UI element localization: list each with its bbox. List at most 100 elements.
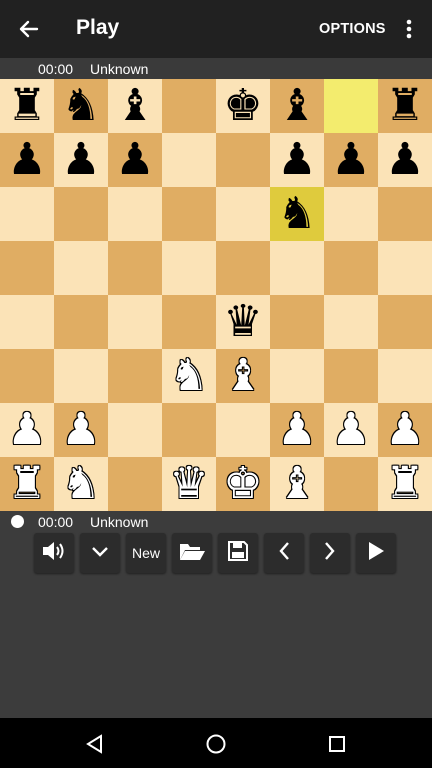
square-c5[interactable] bbox=[108, 241, 162, 295]
square-c3[interactable] bbox=[108, 349, 162, 403]
square-a7[interactable]: ♟ bbox=[0, 133, 54, 187]
chess-board[interactable]: ♜ ♞ ♝ ♚ ♝ ♜ ♟ ♟ ♟ ♟ ♟ ♟ ♞ ♛ ♞ ♝ ♟ ♟ ♟ ♟ ♟ ♜ ♞ ♛ ♚ ♝ ♜ bbox=[0, 79, 432, 511]
nav-back-icon[interactable] bbox=[81, 730, 109, 758]
white-queen-icon[interactable]: ♛ bbox=[169, 457, 208, 511]
square-h3[interactable] bbox=[378, 349, 432, 403]
white-knight-icon[interactable]: ♞ bbox=[169, 349, 208, 403]
square-d2[interactable] bbox=[162, 403, 216, 457]
square-b8[interactable]: ♞ bbox=[54, 79, 108, 133]
square-d4[interactable] bbox=[162, 295, 216, 349]
white-bishop-icon[interactable]: ♝ bbox=[277, 457, 316, 511]
square-b7[interactable]: ♟ bbox=[54, 133, 108, 187]
square-e1[interactable]: ♚ bbox=[216, 457, 270, 511]
black-pawn-icon[interactable]: ♟ bbox=[61, 133, 100, 187]
square-f2[interactable]: ♟ bbox=[270, 403, 324, 457]
white-bishop-icon[interactable]: ♝ bbox=[223, 349, 262, 403]
square-b3[interactable] bbox=[54, 349, 108, 403]
black-king-icon[interactable]: ♚ bbox=[223, 79, 262, 133]
square-f4[interactable] bbox=[270, 295, 324, 349]
white-knight-icon[interactable]: ♞ bbox=[61, 457, 100, 511]
square-h1[interactable]: ♜ bbox=[378, 457, 432, 511]
black-knight-icon[interactable]: ♞ bbox=[61, 79, 100, 133]
square-f5[interactable] bbox=[270, 241, 324, 295]
square-h8[interactable]: ♜ bbox=[378, 79, 432, 133]
square-e2[interactable] bbox=[216, 403, 270, 457]
square-a1[interactable]: ♜ bbox=[0, 457, 54, 511]
square-b5[interactable] bbox=[54, 241, 108, 295]
next-move-button[interactable] bbox=[310, 533, 350, 573]
white-pawn-icon[interactable]: ♟ bbox=[331, 403, 370, 457]
black-bishop-icon[interactable]: ♝ bbox=[277, 79, 316, 133]
square-a3[interactable] bbox=[0, 349, 54, 403]
square-c6[interactable] bbox=[108, 187, 162, 241]
square-a8[interactable]: ♜ bbox=[0, 79, 54, 133]
square-f1[interactable]: ♝ bbox=[270, 457, 324, 511]
square-d5[interactable] bbox=[162, 241, 216, 295]
more-vert-icon[interactable] bbox=[396, 12, 422, 46]
sound-button[interactable] bbox=[34, 533, 74, 573]
square-e3[interactable]: ♝ bbox=[216, 349, 270, 403]
square-g4[interactable] bbox=[324, 295, 378, 349]
white-king-icon[interactable]: ♚ bbox=[223, 457, 262, 511]
nav-home-icon[interactable] bbox=[202, 730, 230, 758]
square-c2[interactable] bbox=[108, 403, 162, 457]
black-bishop-icon[interactable]: ♝ bbox=[115, 79, 154, 133]
square-e8[interactable]: ♚ bbox=[216, 79, 270, 133]
white-pawn-icon[interactable]: ♟ bbox=[7, 403, 46, 457]
square-f8[interactable]: ♝ bbox=[270, 79, 324, 133]
square-c4[interactable] bbox=[108, 295, 162, 349]
square-h7[interactable]: ♟ bbox=[378, 133, 432, 187]
black-pawn-icon[interactable]: ♟ bbox=[115, 133, 154, 187]
square-a6[interactable] bbox=[0, 187, 54, 241]
square-h4[interactable] bbox=[378, 295, 432, 349]
square-c8[interactable]: ♝ bbox=[108, 79, 162, 133]
square-h5[interactable] bbox=[378, 241, 432, 295]
black-rook-icon[interactable]: ♜ bbox=[7, 79, 46, 133]
black-knight-icon[interactable]: ♞ bbox=[277, 187, 316, 241]
options-button[interactable]: OPTIONS bbox=[319, 21, 386, 37]
square-d3[interactable]: ♞ bbox=[162, 349, 216, 403]
square-g8[interactable] bbox=[324, 79, 378, 133]
square-b4[interactable] bbox=[54, 295, 108, 349]
square-c1[interactable] bbox=[108, 457, 162, 511]
nav-recents-icon[interactable] bbox=[323, 730, 351, 758]
new-game-button[interactable]: New bbox=[126, 533, 166, 573]
square-e5[interactable] bbox=[216, 241, 270, 295]
square-f3[interactable] bbox=[270, 349, 324, 403]
square-e6[interactable] bbox=[216, 187, 270, 241]
square-c7[interactable]: ♟ bbox=[108, 133, 162, 187]
square-g2[interactable]: ♟ bbox=[324, 403, 378, 457]
square-e7[interactable] bbox=[216, 133, 270, 187]
black-pawn-icon[interactable]: ♟ bbox=[7, 133, 46, 187]
square-b1[interactable]: ♞ bbox=[54, 457, 108, 511]
white-pawn-icon[interactable]: ♟ bbox=[61, 403, 100, 457]
black-rook-icon[interactable]: ♜ bbox=[385, 79, 424, 133]
square-a4[interactable] bbox=[0, 295, 54, 349]
square-a5[interactable] bbox=[0, 241, 54, 295]
expand-menu-button[interactable] bbox=[80, 533, 120, 573]
open-game-button[interactable] bbox=[172, 533, 212, 573]
black-pawn-icon[interactable]: ♟ bbox=[277, 133, 316, 187]
square-g5[interactable] bbox=[324, 241, 378, 295]
square-g3[interactable] bbox=[324, 349, 378, 403]
square-e4[interactable]: ♛ bbox=[216, 295, 270, 349]
square-d7[interactable] bbox=[162, 133, 216, 187]
square-f6[interactable]: ♞ bbox=[270, 187, 324, 241]
square-f7[interactable]: ♟ bbox=[270, 133, 324, 187]
white-pawn-icon[interactable]: ♟ bbox=[277, 403, 316, 457]
save-game-button[interactable] bbox=[218, 533, 258, 573]
square-h2[interactable]: ♟ bbox=[378, 403, 432, 457]
square-d1[interactable]: ♛ bbox=[162, 457, 216, 511]
square-g7[interactable]: ♟ bbox=[324, 133, 378, 187]
back-arrow-icon[interactable] bbox=[10, 10, 48, 48]
previous-move-button[interactable] bbox=[264, 533, 304, 573]
square-h6[interactable] bbox=[378, 187, 432, 241]
square-b6[interactable] bbox=[54, 187, 108, 241]
square-g6[interactable] bbox=[324, 187, 378, 241]
square-d6[interactable] bbox=[162, 187, 216, 241]
black-pawn-icon[interactable]: ♟ bbox=[385, 133, 424, 187]
play-button[interactable] bbox=[356, 533, 396, 573]
white-rook-icon[interactable]: ♜ bbox=[7, 457, 46, 511]
white-rook-icon[interactable]: ♜ bbox=[385, 457, 424, 511]
square-d8[interactable] bbox=[162, 79, 216, 133]
